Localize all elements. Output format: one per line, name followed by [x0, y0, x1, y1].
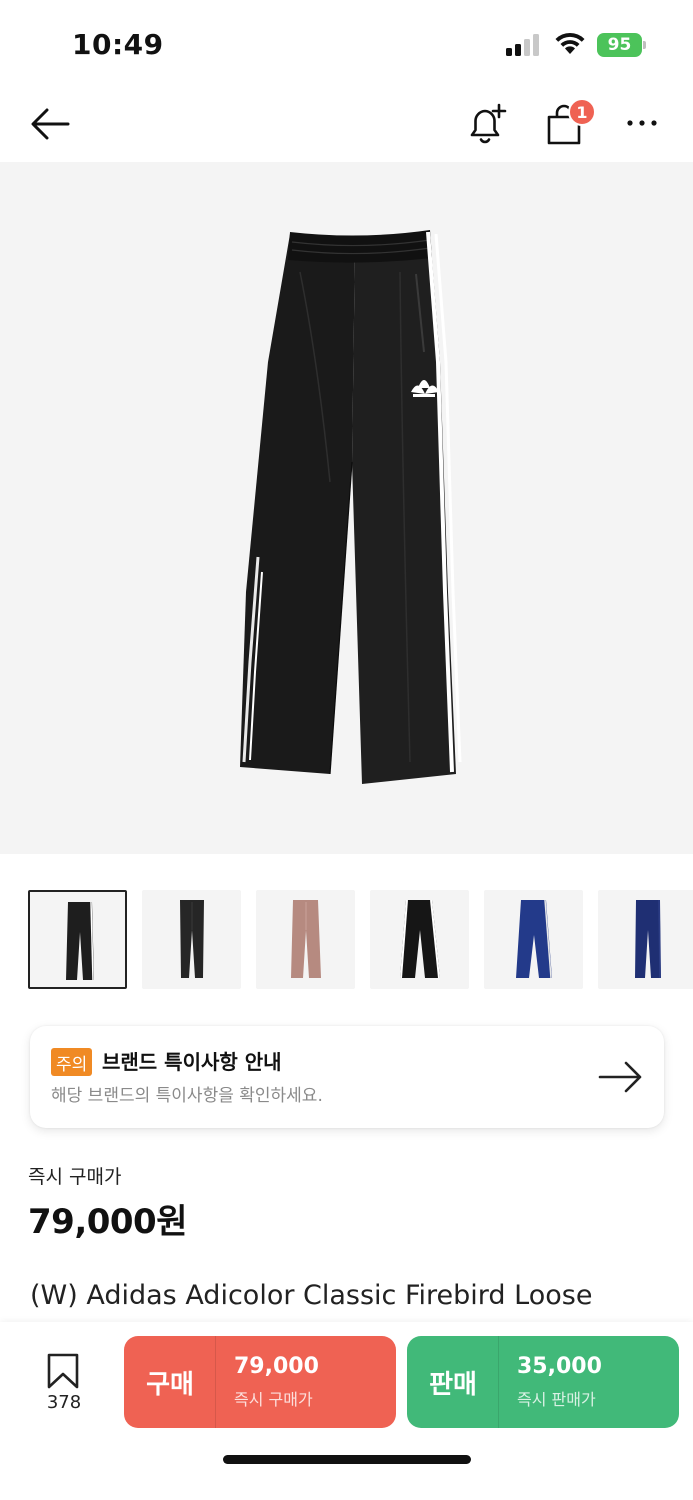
thumbnail-2[interactable]	[142, 890, 241, 989]
status-time: 10:49	[72, 28, 164, 61]
sell-label: 판매	[429, 1369, 477, 1400]
thumbnail-5-image	[516, 899, 552, 979]
thumbnail-1-image	[66, 901, 94, 981]
home-indicator[interactable]	[223, 1455, 471, 1464]
warning-badge: 주의	[51, 1048, 93, 1076]
status-bar: 10:49 95	[0, 0, 693, 86]
thumbnail-4[interactable]	[370, 890, 469, 989]
top-nav-bar: 1	[0, 86, 693, 162]
buy-divider	[215, 1336, 216, 1428]
notice-subtitle: 해당 브랜드의 특이사항을 확인하세요.	[51, 1086, 323, 1106]
more-dots-icon[interactable]	[622, 108, 662, 138]
bottom-action-bar: 378 구매 79,000 즉시 구매가 판매 35,000 즉시 판매가	[0, 1322, 693, 1500]
battery-level: 95	[597, 33, 642, 57]
battery-tip	[643, 41, 646, 49]
track-pants-illustration	[240, 230, 462, 784]
buy-price-caption: 즉시 구매가	[234, 1390, 313, 1409]
thumbnail-3-image	[291, 900, 321, 978]
buy-label: 구매	[146, 1369, 194, 1400]
arrow-right-icon[interactable]	[598, 1058, 644, 1096]
thumbnail-6-image	[635, 899, 661, 979]
battery-indicator: 95	[597, 33, 647, 57]
thumbnail-2-image	[180, 900, 204, 978]
wishlist-count: 378	[46, 1392, 82, 1413]
back-arrow-icon[interactable]	[28, 104, 72, 144]
wishlist-button[interactable]: 378	[40, 1352, 88, 1416]
thumbnail-1[interactable]	[28, 890, 127, 989]
buy-price: 79,000	[234, 1354, 319, 1379]
instant-buy-price-label: 즉시 구매가	[28, 1166, 122, 1188]
brand-notice-card[interactable]: 주의 브랜드 특이사항 안내 해당 브랜드의 특이사항을 확인하세요.	[30, 1026, 664, 1128]
thumbnail-4-image	[400, 899, 440, 979]
cart-count-badge: 1	[568, 98, 596, 126]
thumbnail-5[interactable]	[484, 890, 583, 989]
thumbnail-strip	[28, 890, 693, 990]
cellular-signal-icon	[506, 34, 539, 56]
instant-buy-price: 79,000원	[28, 1202, 187, 1242]
bell-plus-icon[interactable]	[466, 102, 508, 146]
thumbnail-3[interactable]	[256, 890, 355, 989]
thumbnail-6[interactable]	[598, 890, 693, 989]
sell-button[interactable]: 판매 35,000 즉시 판매가	[407, 1336, 679, 1428]
sell-price-caption: 즉시 판매가	[517, 1390, 596, 1409]
product-hero-image[interactable]	[0, 162, 693, 854]
sell-price: 35,000	[517, 1354, 602, 1379]
buy-button[interactable]: 구매 79,000 즉시 구매가	[124, 1336, 396, 1428]
bookmark-icon	[47, 1353, 79, 1389]
notice-title: 브랜드 특이사항 안내	[102, 1050, 282, 1074]
sell-divider	[498, 1336, 499, 1428]
wifi-icon	[555, 32, 585, 54]
